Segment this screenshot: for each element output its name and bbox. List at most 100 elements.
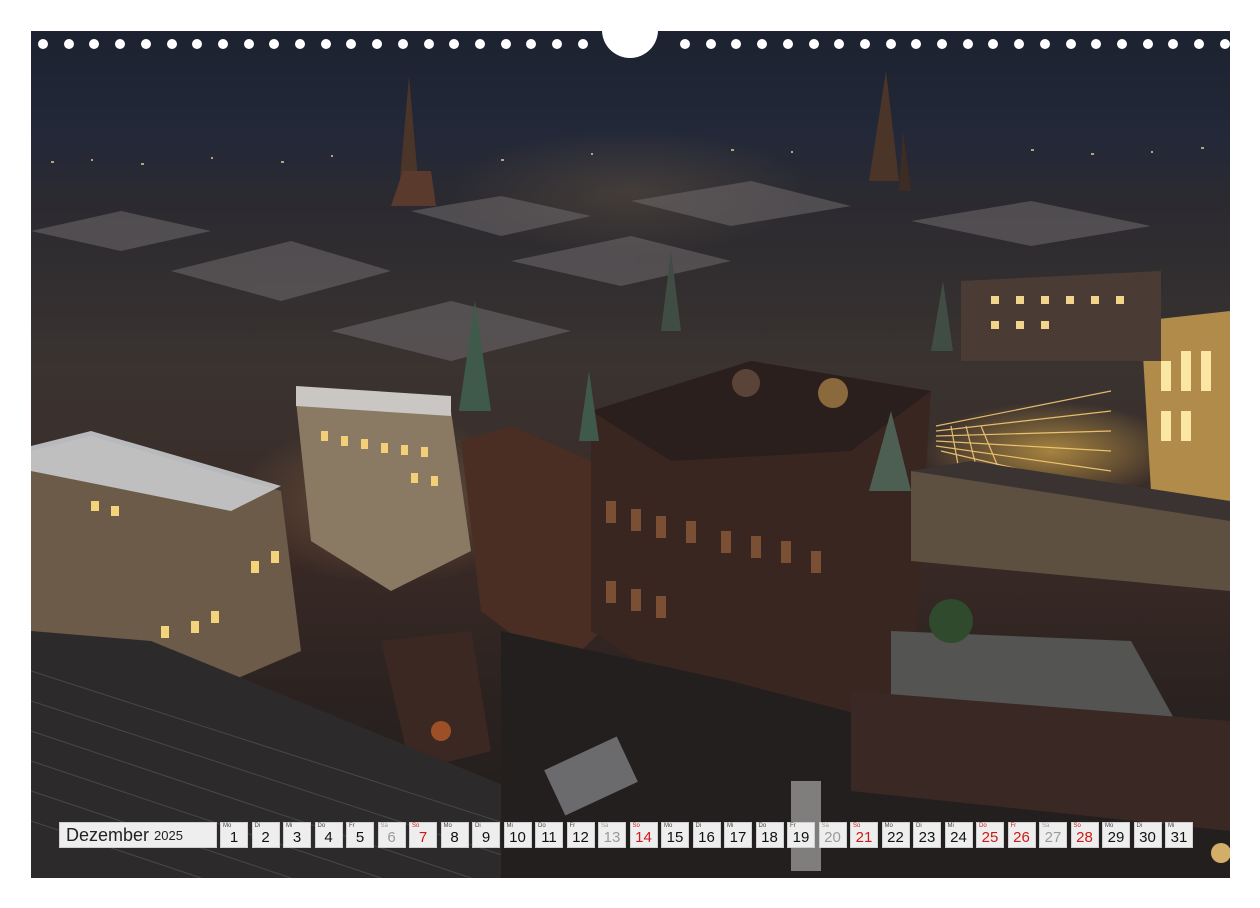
day-cell: Di 2 bbox=[251, 822, 280, 848]
day-number: 13 bbox=[603, 829, 621, 846]
day-number: 18 bbox=[761, 829, 778, 846]
binding-hole bbox=[731, 39, 742, 49]
day-number: 31 bbox=[1170, 829, 1188, 846]
day-cell: Do 25 bbox=[976, 822, 1004, 848]
month-name: Dezember bbox=[66, 824, 150, 845]
day-number: 27 bbox=[1044, 829, 1062, 846]
day-cell: Di 30 bbox=[1133, 822, 1162, 848]
day-number: 21 bbox=[855, 829, 873, 846]
binding-hole bbox=[397, 39, 408, 49]
binding-hole bbox=[911, 39, 922, 49]
day-number: 16 bbox=[698, 829, 715, 846]
binding-hole bbox=[295, 39, 305, 49]
day-number: 6 bbox=[387, 829, 396, 846]
binding-hole bbox=[1116, 39, 1127, 49]
day-number: 20 bbox=[824, 829, 841, 846]
binding-hole bbox=[192, 39, 203, 49]
binding-hole bbox=[1168, 39, 1179, 49]
day-cell: So 14 bbox=[629, 822, 658, 848]
day-cell: Mo 22 bbox=[881, 822, 910, 848]
binding-hole bbox=[500, 39, 511, 49]
binding-hole bbox=[988, 39, 999, 49]
day-number: 30 bbox=[1139, 829, 1156, 846]
day-number: 2 bbox=[261, 829, 270, 846]
binding-hole bbox=[372, 39, 383, 49]
day-cell: Mo 29 bbox=[1102, 822, 1130, 848]
binding-hole bbox=[680, 39, 690, 49]
day-cell: Do 18 bbox=[755, 822, 784, 848]
binding-hole bbox=[166, 39, 177, 49]
day-number: 7 bbox=[418, 829, 428, 846]
day-cell: Sa 27 bbox=[1039, 822, 1067, 848]
calendar-strip: Dezember 2025 Mo 1 Di 2 Mi 3 Do 4 Fr 5 Sa 6 So 7 Mo 8 Di… bbox=[59, 822, 1197, 850]
binding-hole bbox=[757, 39, 768, 49]
day-cell: Di 16 bbox=[692, 822, 721, 848]
binding-hole bbox=[937, 39, 947, 49]
binding-hole bbox=[859, 39, 870, 49]
binding-hole bbox=[885, 39, 896, 49]
month-label: Dezember 2025 bbox=[59, 822, 217, 848]
day-number: 22 bbox=[887, 829, 904, 846]
binding-hole bbox=[1039, 39, 1050, 49]
day-cell: Sa 13 bbox=[598, 822, 626, 848]
day-cell: Mo 15 bbox=[661, 822, 689, 848]
binding-hole bbox=[423, 39, 434, 49]
day-cell: Sa 6 bbox=[377, 822, 406, 848]
day-number: 23 bbox=[918, 829, 936, 846]
day-number: 11 bbox=[541, 829, 557, 846]
day-number: 3 bbox=[292, 829, 302, 846]
day-number: 8 bbox=[450, 829, 459, 846]
binding-hole bbox=[1219, 39, 1230, 49]
binding-hole bbox=[89, 39, 100, 49]
binding-hole bbox=[140, 39, 151, 49]
day-number: 17 bbox=[729, 829, 747, 846]
binding-hole bbox=[1194, 39, 1204, 49]
day-cell: Di 23 bbox=[913, 822, 941, 848]
day-cell: Fr 12 bbox=[566, 822, 595, 848]
day-cell: Mi 31 bbox=[1165, 822, 1193, 848]
day-cell: So 28 bbox=[1070, 822, 1099, 848]
binding-hole bbox=[269, 39, 280, 49]
cityscape-illustration bbox=[31, 71, 1230, 878]
binding-hole bbox=[1142, 39, 1153, 49]
day-number: 1 bbox=[229, 829, 239, 846]
day-cell: So 7 bbox=[409, 822, 437, 848]
day-cell: Fr 26 bbox=[1007, 822, 1036, 848]
binding-hole bbox=[1091, 39, 1102, 49]
day-number: 14 bbox=[635, 829, 652, 846]
binding-hole bbox=[526, 39, 537, 49]
day-number: 24 bbox=[950, 829, 967, 846]
day-cell: Mo 1 bbox=[220, 822, 248, 848]
day-number: 12 bbox=[572, 829, 589, 846]
binding-hole bbox=[449, 39, 460, 49]
binding-hole bbox=[808, 39, 819, 49]
day-number: 4 bbox=[324, 829, 333, 846]
binding-hole bbox=[38, 39, 48, 49]
day-number: 28 bbox=[1076, 829, 1093, 846]
day-number: 5 bbox=[355, 829, 365, 846]
day-cell: Mo 8 bbox=[440, 822, 469, 848]
day-cell: Mi 10 bbox=[503, 822, 532, 848]
day-cell: Sa 20 bbox=[818, 822, 847, 848]
binding-hole bbox=[1065, 39, 1076, 49]
day-cell: Do 4 bbox=[314, 822, 343, 848]
binding-hole bbox=[705, 39, 716, 49]
binding-hole bbox=[962, 39, 973, 49]
binding-hole bbox=[552, 39, 562, 49]
day-number: 9 bbox=[481, 829, 491, 846]
day-number: 26 bbox=[1013, 829, 1030, 846]
day-number: 10 bbox=[509, 829, 526, 846]
binding-hole bbox=[346, 39, 357, 49]
binding-hole bbox=[243, 39, 254, 49]
day-number: 29 bbox=[1107, 829, 1125, 846]
binding-hole bbox=[834, 39, 845, 49]
day-cell: Fr 19 bbox=[787, 822, 815, 848]
day-number: 15 bbox=[666, 829, 684, 846]
binding-hole bbox=[320, 39, 331, 49]
day-cell: Mi 3 bbox=[283, 822, 311, 848]
binding-hole bbox=[782, 39, 793, 49]
binding-hole bbox=[115, 39, 126, 49]
binding-hole bbox=[217, 39, 228, 49]
binding-hole bbox=[1014, 39, 1025, 49]
binding-hole bbox=[63, 39, 74, 49]
